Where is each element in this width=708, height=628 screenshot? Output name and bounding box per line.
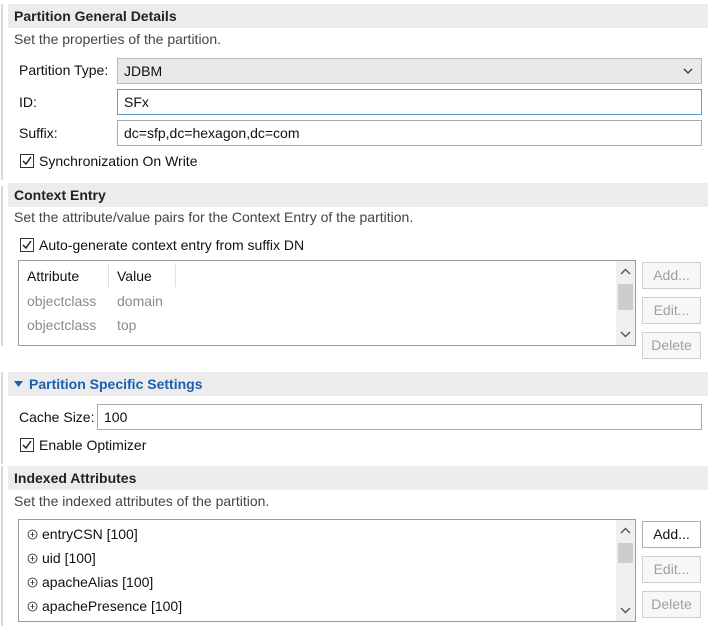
checkmark-icon <box>22 240 32 250</box>
list-item-label: apachePresence [100] <box>42 598 183 614</box>
partition-type-value: JDBM <box>124 63 163 79</box>
table-cell-attribute[interactable]: objectclass <box>27 317 96 333</box>
list-item[interactable]: apacheAlias [100] <box>27 574 153 590</box>
indexed-attributes-title: Indexed Attributes <box>14 470 137 486</box>
scrollbar-thumb[interactable] <box>618 284 633 310</box>
partition-type-label: Partition Type: <box>19 62 109 78</box>
indexed-edit-button[interactable]: Edit... <box>642 556 701 583</box>
table-cell-value[interactable]: domain <box>117 293 163 309</box>
context-entry-scrollbar[interactable] <box>616 261 635 345</box>
attribute-icon <box>27 553 38 564</box>
list-item-label: apacheAlias [100] <box>42 574 154 590</box>
id-input[interactable]: SFx <box>117 89 702 115</box>
attribute-icon <box>27 529 38 540</box>
table-cell-attribute[interactable]: objectclass <box>27 293 96 309</box>
sync-on-write-checkbox[interactable] <box>20 154 34 168</box>
cache-size-label: Cache Size: <box>19 409 95 425</box>
suffix-label: Suffix: <box>19 125 58 141</box>
scroll-up-icon[interactable] <box>620 526 631 537</box>
indexed-add-button[interactable]: Add... <box>642 521 701 548</box>
expand-triangle-icon[interactable] <box>14 380 23 388</box>
general-description: Set the properties of the partition. <box>14 31 222 47</box>
column-header-attribute[interactable]: Attribute <box>27 268 79 284</box>
context-edit-button[interactable]: Edit... <box>642 297 701 324</box>
scroll-down-icon[interactable] <box>620 604 631 615</box>
list-item[interactable]: apachePresence [100] <box>27 598 182 614</box>
scroll-down-icon[interactable] <box>620 328 631 339</box>
context-entry-table[interactable]: Attribute Value objectclass domain objec… <box>18 260 636 346</box>
scrollbar-thumb[interactable] <box>618 543 633 563</box>
column-divider <box>108 263 109 287</box>
indexed-attributes-list[interactable]: entryCSN [100] uid [100] apacheAlias [10… <box>18 519 636 622</box>
list-item-label: entryCSN [100] <box>42 526 138 542</box>
specific-settings-section-header[interactable]: Partition Specific Settings <box>8 372 708 396</box>
section-gutter <box>1 372 3 464</box>
indexed-attributes-description: Set the indexed attributes of the partit… <box>14 493 270 509</box>
column-header-value[interactable]: Value <box>117 268 152 284</box>
partition-type-select[interactable]: JDBM <box>117 58 702 84</box>
id-value: SFx <box>124 94 149 110</box>
checkmark-icon <box>22 440 32 450</box>
context-entry-title: Context Entry <box>14 187 106 203</box>
table-cell-value[interactable]: top <box>117 317 136 333</box>
sync-on-write-label: Synchronization On Write <box>39 153 198 169</box>
context-add-button[interactable]: Add... <box>642 262 701 289</box>
general-section-header: Partition General Details <box>8 4 708 28</box>
list-item-label: uid [100] <box>42 550 96 566</box>
context-entry-description: Set the attribute/value pairs for the Co… <box>14 209 414 225</box>
list-item[interactable]: uid [100] <box>27 550 96 566</box>
scroll-up-icon[interactable] <box>620 267 631 278</box>
indexed-attributes-scrollbar[interactable] <box>616 520 635 621</box>
section-gutter <box>1 4 3 180</box>
section-gutter <box>1 466 3 626</box>
attribute-icon <box>27 577 38 588</box>
autogen-context-entry-label: Auto-generate context entry from suffix … <box>39 237 305 253</box>
autogen-context-entry-checkbox[interactable] <box>20 238 34 252</box>
context-delete-button[interactable]: Delete <box>642 332 701 359</box>
suffix-input[interactable]: dc=sfp,dc=hexagon,dc=com <box>117 120 702 146</box>
general-section-title: Partition General Details <box>14 8 177 24</box>
suffix-value: dc=sfp,dc=hexagon,dc=com <box>124 125 300 141</box>
cache-size-value: 100 <box>104 409 128 425</box>
checkmark-icon <box>22 156 32 166</box>
list-item[interactable]: entryCSN [100] <box>27 526 138 542</box>
id-label: ID: <box>19 94 37 110</box>
section-gutter <box>1 186 3 346</box>
indexed-delete-button[interactable]: Delete <box>642 591 701 618</box>
context-entry-section-header: Context Entry <box>8 183 708 207</box>
cache-size-input[interactable]: 100 <box>97 404 702 430</box>
attribute-icon <box>27 601 38 612</box>
enable-optimizer-checkbox[interactable] <box>20 438 34 452</box>
specific-settings-title[interactable]: Partition Specific Settings <box>29 376 202 392</box>
enable-optimizer-label: Enable Optimizer <box>39 437 147 453</box>
indexed-attributes-section-header: Indexed Attributes <box>8 466 708 490</box>
chevron-down-icon <box>683 68 693 74</box>
column-divider <box>175 263 176 287</box>
